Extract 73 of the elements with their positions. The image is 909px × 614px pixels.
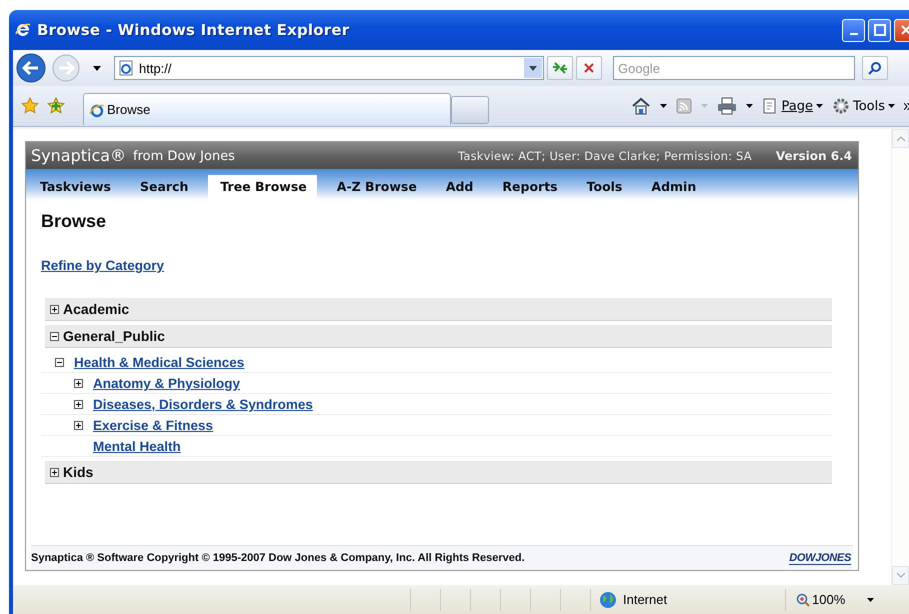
brand-name: Synaptica® (31, 146, 126, 165)
caret-icon (529, 66, 537, 70)
category-link[interactable]: Exercise & Fitness (93, 418, 214, 433)
page-menu[interactable]: Page (762, 98, 823, 114)
version-label: Version 6.4 (776, 148, 852, 162)
maximize-icon (874, 24, 886, 36)
stop-button[interactable] (576, 56, 602, 80)
category-link[interactable]: Mental Health (93, 439, 181, 454)
ie-logo-icon (89, 102, 105, 118)
dropdown-button[interactable] (524, 58, 542, 78)
nav-tab[interactable]: A-Z Browse (328, 175, 426, 200)
gear-icon (832, 97, 850, 115)
category-link[interactable]: Health & Medical Sciences (74, 355, 244, 370)
expand-icon[interactable] (74, 379, 83, 388)
ie-logo-icon (14, 21, 32, 39)
brand-suffix: from Dow Jones (133, 149, 235, 164)
close-icon (583, 62, 595, 74)
search-field[interactable]: Google (613, 56, 855, 80)
dropdown-arrow-icon[interactable] (660, 104, 668, 108)
company-logo: DOWJONES (789, 552, 851, 564)
dropdown-arrow-icon[interactable] (93, 66, 101, 70)
feeds-icon[interactable] (676, 98, 692, 114)
address-field[interactable]: http:// (114, 56, 544, 80)
expand-icon[interactable] (50, 304, 59, 314)
page-icon (118, 60, 134, 76)
search-icon (868, 61, 882, 75)
copyright-text: Synaptica ® Software Copyright © 1995-2007 Dow Jones & Company, Inc. All Rights Reserved. (31, 552, 525, 564)
security-zone: Internet (623, 592, 668, 607)
session-info: Taskview: ACT; User: Dave Clarke; Permission: SA (458, 148, 752, 162)
dropdown-arrow-icon[interactable] (867, 598, 874, 602)
globe-icon (599, 590, 617, 608)
home-icon[interactable] (631, 97, 652, 115)
refine-link[interactable]: Refine by Category (41, 258, 164, 273)
nav-tab[interactable]: Admin (642, 175, 706, 200)
nav-tab[interactable]: Add (436, 175, 482, 200)
zoom-button[interactable]: 100% (796, 592, 846, 607)
page-icon (762, 98, 778, 114)
category-row[interactable]: Academic (45, 298, 832, 321)
collapse-icon[interactable] (55, 358, 64, 367)
zoom-icon (796, 592, 810, 606)
dropdown-arrow-icon[interactable] (746, 104, 754, 108)
favorites-star-icon[interactable] (21, 97, 39, 115)
close-icon (900, 24, 909, 36)
print-icon[interactable] (717, 97, 738, 115)
chevron-icon[interactable] (904, 103, 909, 110)
refresh-button[interactable] (547, 56, 573, 80)
nav-tab[interactable]: Search (131, 175, 198, 200)
expand-icon[interactable] (74, 421, 83, 430)
search-button[interactable] (862, 56, 888, 80)
nav-tab[interactable]: Tree Browse (208, 175, 317, 200)
nav-tab[interactable]: Reports (493, 175, 567, 200)
minimize-button[interactable] (842, 18, 865, 42)
expand-icon[interactable] (50, 468, 59, 476)
nav-tab[interactable]: Tools (578, 175, 632, 200)
window-title: Browse - Windows Internet Explorer (37, 21, 350, 39)
page-heading: Browse (41, 211, 108, 232)
collapse-icon[interactable] (50, 332, 59, 340)
category-link[interactable]: Anatomy & Physiology (93, 376, 240, 391)
minimize-icon (850, 33, 858, 35)
maximize-button[interactable] (868, 18, 891, 42)
category-row[interactable]: Kids (45, 461, 832, 484)
refresh-icon (552, 61, 568, 75)
dropdown-arrow-icon (701, 104, 708, 108)
browser-tab[interactable]: Browse (83, 93, 451, 125)
nav-tab[interactable]: Taskviews (31, 175, 120, 200)
caret-icon (888, 104, 895, 108)
category-link[interactable]: Diseases, Disorders & Syndromes (93, 397, 313, 412)
expand-icon[interactable] (74, 400, 83, 409)
tools-menu[interactable]: Tools (832, 97, 895, 115)
back-button[interactable] (15, 52, 47, 84)
category-row[interactable]: General_Public (45, 325, 832, 348)
add-favorites-icon[interactable] (47, 97, 65, 115)
caret-icon (816, 104, 823, 108)
